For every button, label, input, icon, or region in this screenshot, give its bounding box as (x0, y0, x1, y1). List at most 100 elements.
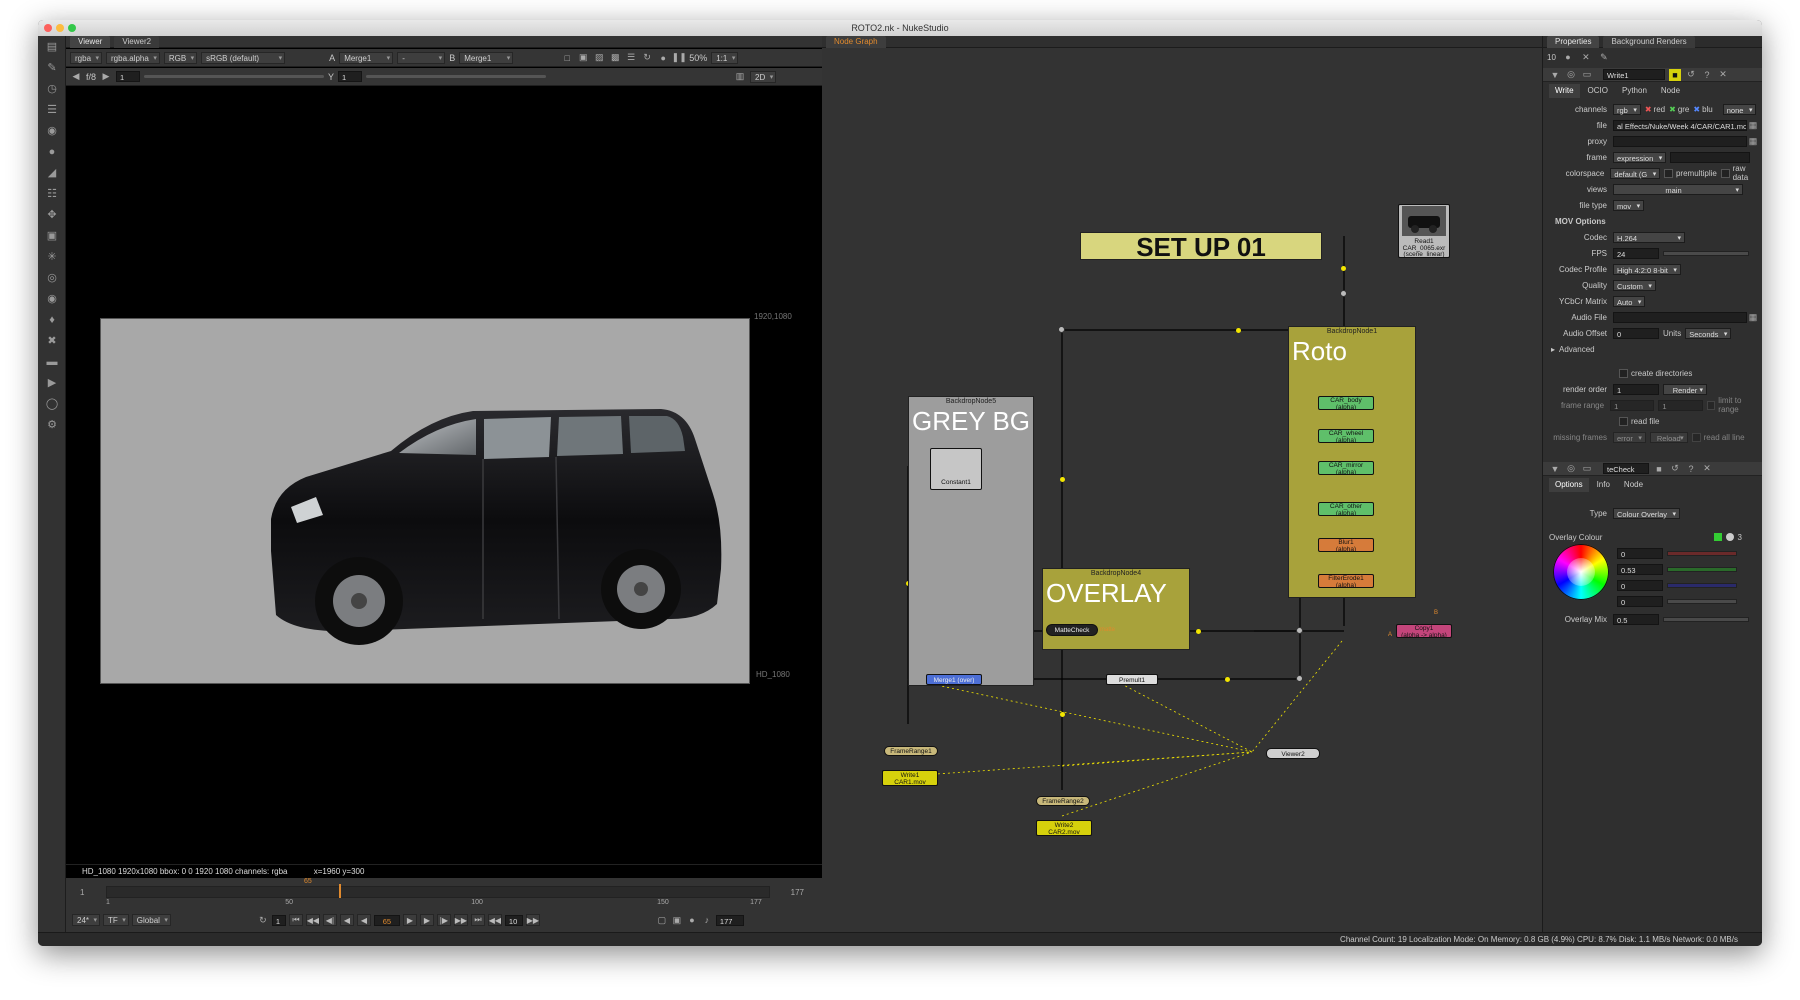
roi-icon[interactable]: □ (561, 52, 573, 64)
blue-check-icon[interactable]: ✖ (1693, 105, 1700, 114)
codec-profile-dropdown[interactable]: High 4:2:0 8-bit (1613, 263, 1681, 276)
audio-offset-input[interactable]: 0 (1613, 327, 1659, 339)
viewer2-node[interactable]: Viewer2 (1266, 748, 1320, 759)
overlay-r-input[interactable]: 0 (1617, 547, 1663, 559)
folder-icon[interactable]: ▦ (1747, 119, 1759, 131)
center-node-icon[interactable]: ◎ (1565, 463, 1577, 475)
node-color-icon[interactable]: ■ (1653, 463, 1665, 475)
float-icon[interactable]: ▭ (1581, 69, 1593, 81)
tab-node[interactable]: Node (1618, 478, 1649, 492)
tab-viewer2[interactable]: Viewer2 (114, 35, 160, 48)
clear-panels-icon[interactable]: ✕ (1580, 51, 1592, 63)
tf-dropdown[interactable]: TF (103, 914, 129, 927)
audio-icon[interactable]: ♪ (701, 914, 713, 926)
read-all-lines-checkbox[interactable] (1691, 432, 1701, 442)
premultiplied-checkbox[interactable] (1664, 168, 1673, 178)
render-button[interactable]: Render (1663, 383, 1707, 396)
green-check-icon[interactable]: ✖ (1669, 105, 1676, 114)
quality-dropdown[interactable]: Custom (1613, 279, 1656, 292)
missing-frames-dropdown[interactable]: error (1613, 431, 1646, 444)
overlay-mix-input[interactable]: 0.5 (1613, 613, 1659, 625)
clipping-icon[interactable]: ▨ (593, 52, 605, 64)
write2-node[interactable]: Write2 CAR2.mov (1036, 820, 1092, 836)
merge-icon[interactable]: ☷ (38, 183, 66, 204)
limit-to-range-checkbox[interactable] (1706, 400, 1716, 410)
read-file-checkbox[interactable] (1619, 416, 1628, 426)
fstop-value[interactable]: f/8 (86, 72, 96, 82)
dot-node[interactable] (1296, 627, 1303, 634)
backdrop-grey-bg[interactable]: BackdropNode5 GREY BG (908, 396, 1034, 686)
help-icon[interactable]: ? (1701, 69, 1713, 81)
tab-ocio[interactable]: OCIO (1582, 84, 1614, 98)
display-mode-dropdown[interactable]: RGB (163, 51, 198, 65)
increment-field[interactable]: 10 (504, 914, 523, 926)
color-swatch-icon[interactable] (1713, 533, 1722, 541)
gamma-slider[interactable] (366, 75, 547, 78)
constant1-node[interactable]: Constant1 (930, 448, 982, 490)
audio-file-input[interactable] (1613, 311, 1747, 323)
setup-label-sticky[interactable]: SET UP 01 (1080, 232, 1322, 261)
filter-icon[interactable]: ● (38, 141, 66, 162)
zoom-window-button[interactable] (68, 24, 76, 32)
settings-icon[interactable]: ⚙ (38, 414, 66, 435)
node-name-field[interactable]: teCheck (1603, 463, 1649, 474)
first-frame-icon[interactable]: ⏮ (288, 914, 303, 926)
metadata-icon[interactable]: ♦ (38, 309, 66, 330)
overlay-g-input[interactable]: 0.53 (1617, 563, 1663, 575)
node-name-field[interactable]: Write1 (1603, 69, 1665, 80)
units-dropdown[interactable]: Seconds (1685, 327, 1732, 340)
flipbook-icon[interactable]: ▢ (656, 914, 668, 926)
frame-range-start[interactable]: 1 (1610, 399, 1655, 411)
dot-node[interactable] (1058, 326, 1065, 333)
keyer-icon[interactable]: ◢ (38, 162, 66, 183)
dot-node[interactable] (1340, 290, 1347, 297)
roi-select-icon[interactable]: ▥ (734, 71, 746, 83)
end-frame-field[interactable]: 177 (715, 914, 744, 926)
gamma-field[interactable]: 1 (338, 71, 363, 82)
overlay-a-slider[interactable] (1667, 598, 1737, 604)
input-a-dropdown[interactable]: Merge1 (339, 51, 394, 65)
time-icon[interactable]: ◷ (38, 78, 66, 99)
guides-icon[interactable]: ☰ (625, 52, 637, 64)
overlay-mix-slider[interactable] (1663, 616, 1749, 622)
view-mode-dropdown[interactable]: 2D (750, 70, 777, 84)
close-icon[interactable]: ✕ (1701, 463, 1713, 475)
tab-info[interactable]: Info (1591, 478, 1616, 492)
channels-dropdown[interactable]: rgb (1613, 103, 1641, 116)
fps-dropdown[interactable]: 24* (72, 914, 101, 927)
zoom-level[interactable]: 50% (689, 53, 707, 63)
backdrop-overlay[interactable]: BackdropNode4 OVERLAY (1042, 568, 1190, 650)
node-color-icon[interactable]: ■ (1669, 68, 1681, 81)
frame-dropdown[interactable]: expression (1613, 151, 1667, 164)
next-increment-icon[interactable]: |▶ (436, 914, 451, 926)
overlay-g-slider[interactable] (1667, 566, 1737, 572)
car-body-node[interactable]: CAR_body (alpha) (1318, 396, 1374, 410)
create-directories-checkbox[interactable] (1619, 368, 1628, 378)
float-icon[interactable]: ▭ (1581, 463, 1593, 475)
next-keyframe-icon[interactable]: ▶▶ (453, 914, 468, 926)
alpha-dropdown[interactable]: rgba.alpha (106, 51, 160, 65)
input-b-dropdown[interactable]: Merge1 (459, 51, 514, 65)
close-icon[interactable]: ✕ (1717, 69, 1729, 81)
revert-icon[interactable]: ↺ (1669, 463, 1681, 475)
frame-range2-node[interactable]: FrameRange2 (1036, 796, 1090, 806)
particles-icon[interactable]: ✳ (38, 246, 66, 267)
merge1-node[interactable]: Merge1 (over) (926, 674, 982, 685)
render-order-input[interactable]: 1 (1613, 383, 1659, 395)
channels-dropdown[interactable]: rgba (70, 51, 103, 65)
other-icon[interactable]: ▬ (38, 351, 66, 372)
car-other-node[interactable]: CAR_other (alpha) (1318, 502, 1374, 516)
colorspace-dropdown[interactable]: default (G (1610, 167, 1661, 180)
lock-icon[interactable]: ● (657, 52, 669, 64)
revert-icon[interactable]: ↺ (1685, 69, 1697, 81)
overlay-b-slider[interactable] (1667, 582, 1737, 588)
tab-python[interactable]: Python (1616, 84, 1653, 98)
folder-icon[interactable]: ▦ (1747, 311, 1759, 323)
frame-expression-input[interactable] (1670, 151, 1751, 163)
prev-frame-icon[interactable]: ◀ (339, 914, 354, 926)
dot-node[interactable] (1296, 675, 1303, 682)
timeline-track[interactable] (106, 884, 770, 898)
node-graph-panel[interactable]: Node Graph SET UP 01 BackdropNode5 GREY … (822, 35, 1542, 932)
skip-forward-icon[interactable]: ▶▶ (525, 914, 540, 926)
advanced-row[interactable]: ▸ Advanced (1543, 342, 1762, 356)
